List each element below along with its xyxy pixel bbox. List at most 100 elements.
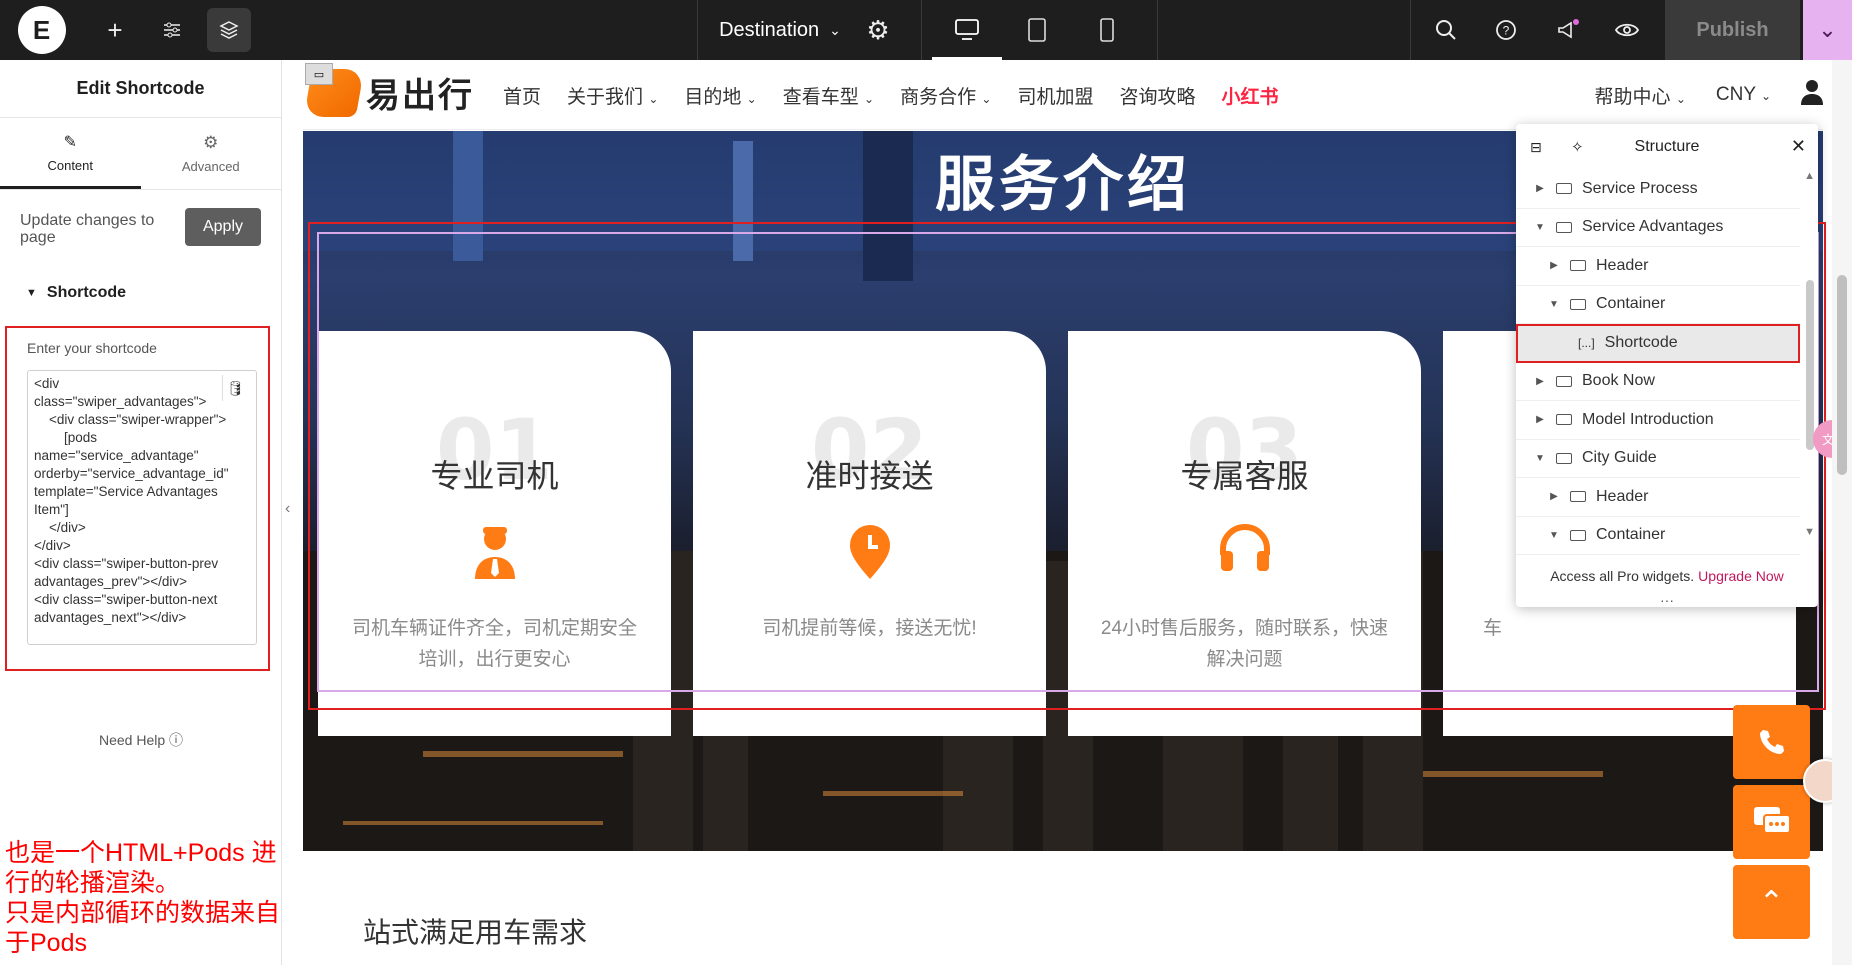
page-settings-gear-icon[interactable]: ⚙ [856,8,900,52]
add-element-icon[interactable]: + [93,8,137,52]
tree-item-label: Header [1596,256,1649,274]
tree-item[interactable]: ▶ Book Now [1516,363,1800,401]
chat-button[interactable] [1733,785,1810,859]
container-icon [1556,183,1572,195]
scroll-up-icon[interactable]: ▲ [1804,170,1815,182]
structure-layers-icon[interactable] [207,8,251,52]
shortcode-section-toggle[interactable]: ▼ Shortcode [26,284,126,302]
help-icon[interactable]: ? [1484,8,1528,52]
currency-label: CNY [1715,84,1756,105]
caret-right-icon: ▶ [1550,260,1558,272]
caret-down-icon: ▼ [1549,298,1559,310]
chevron-down-icon: ⌄ [648,91,659,106]
need-help-label: Need Help [98,732,166,748]
site-nav-right: 帮助中心 ⌄ CNY ⌄ [1595,60,1823,130]
back-to-top-button[interactable]: ⌃ [1733,865,1810,939]
publish-options-chevron-icon[interactable]: ⌄ [1803,0,1852,60]
container-icon [1570,529,1586,541]
nav-destination[interactable]: 目的地 ⌄ [684,82,756,109]
container-icon [1556,375,1572,387]
apply-button[interactable]: Apply [185,208,261,246]
container-icon [1556,414,1572,426]
publish-button[interactable]: Publish [1665,0,1800,60]
tree-item-label: Service Advantages [1582,218,1724,236]
tab-advanced-label: Advanced [181,159,240,174]
collapse-panel-chevron-icon[interactable]: ‹ [285,500,290,518]
close-icon[interactable]: ✕ [1791,136,1806,157]
collapse-all-icon[interactable]: ⊟ [1530,139,1542,156]
nav-help-label: 帮助中心 [1594,86,1671,108]
shortcode-bracket-icon: [...] [1578,336,1595,351]
nav-models[interactable]: 查看车型 ⌄ [783,82,874,109]
preview-eye-icon[interactable] [1605,8,1649,52]
tree-item[interactable]: ▶ Header [1516,247,1800,286]
tree-item-label: Shortcode [1604,334,1678,352]
mobile-view-icon[interactable] [1085,8,1129,52]
caret-down-icon: ▼ [1535,452,1545,464]
tree-item[interactable]: ▶ Model Introduction [1516,401,1800,440]
elementor-logo-icon: E [17,6,66,54]
tree-item[interactable]: ▼ City Guide [1516,440,1800,478]
nav-help-center[interactable]: 帮助中心 ⌄ [1595,82,1686,109]
tree-item[interactable]: ▶ Header [1516,478,1800,517]
caret-down-icon: ▼ [1535,221,1545,233]
nav-guides[interactable]: 咨询攻略 [1119,82,1195,109]
navigator-header: ⊟ ✧ Structure ✕ [1516,124,1818,170]
shortcode-textarea[interactable]: <div class="swiper_advantages"> <div cla… [27,370,257,645]
tab-content-label: Content [47,157,94,173]
section-handle-icon[interactable]: ▭ [305,63,333,85]
page-scroll-thumb[interactable] [1837,275,1847,475]
tree-item[interactable]: ▶ Service Process [1516,170,1800,209]
chat-bubbles-icon [1753,807,1791,834]
navigator-resize-dots[interactable]: ··· [1516,592,1818,608]
nav-home[interactable]: 首页 [503,82,541,109]
tree-item-label: Container [1596,295,1666,313]
phone-call-button[interactable] [1733,705,1810,779]
currency-selector[interactable]: CNY ⌄ [1716,84,1771,106]
navigator-title: Structure [1634,138,1700,155]
tree-item[interactable]: ▼ Container [1516,517,1800,555]
tree-item[interactable]: ▼ Service Advantages [1516,209,1800,247]
site-settings-icon[interactable] [150,8,194,52]
page-scrollbar[interactable] [1832,60,1852,965]
nav-business[interactable]: 商务合作 ⌄ [900,82,991,109]
structure-navigator: ⊟ ✧ Structure ✕ ▶ Service Process ▼ Servic… [1516,124,1818,608]
need-help-link[interactable]: Need Help ⓘ [0,730,282,750]
search-icon[interactable] [1424,8,1468,52]
pro-upsell: Access all Pro widgets. Upgrade Now [1516,561,1818,591]
tree-item-selected[interactable]: [...] Shortcode [1516,324,1800,363]
nav-xiaohongshu[interactable]: 小红书 [1221,82,1278,109]
nav-about[interactable]: 关于我们 ⌄ [567,82,658,109]
destination-label: Destination [719,18,820,41]
nav-about-label: 关于我们 [567,86,644,108]
desktop-view-icon[interactable] [932,8,1002,60]
dynamic-tags-database-icon[interactable]: 🛢 [222,375,248,401]
update-changes-row: Update changes to page Apply [20,208,265,260]
tablet-view-icon[interactable] [1015,8,1059,52]
panel-title: Edit Shortcode [0,60,281,118]
scroll-down-icon[interactable]: ▼ [1804,526,1815,538]
tab-content[interactable]: ✎ Content [0,118,141,189]
section-title: Shortcode [46,284,127,301]
navigator-scroll-thumb[interactable] [1806,280,1814,450]
shortcode-field-label: Enter your shortcode [27,340,157,356]
navigator-tree: ▶ Service Process ▼ Service Advantages ▶ He… [1516,170,1800,555]
elementor-logo-button[interactable]: E [9,5,74,55]
container-icon [1570,260,1586,272]
nav-driver-join[interactable]: 司机加盟 [1017,82,1093,109]
page-destination-dropdown[interactable]: Destination ⌄ [700,0,860,60]
navigator-scrollbar[interactable]: ▲ ▼ [1800,170,1818,560]
notifications-megaphone-icon[interactable] [1546,8,1590,52]
phone-icon [1759,730,1784,754]
caret-right-icon: ▶ [1536,183,1544,195]
indicators-sparkle-icon[interactable]: ✧ [1571,138,1584,156]
tree-item[interactable]: ▼ Container [1516,286,1800,324]
edit-widget-panel: Edit Shortcode ✎ Content ⚙ Advanced Upda… [0,60,282,965]
caret-right-icon: ▶ [1536,414,1544,426]
upgrade-now-link[interactable]: Upgrade Now [1698,568,1784,584]
tab-advanced[interactable]: ⚙ Advanced [141,118,282,189]
chevron-up-icon: ⌃ [1758,885,1785,919]
container-icon [1556,452,1572,464]
panel-tabs: ✎ Content ⚙ Advanced [0,118,281,190]
user-account-icon[interactable] [1801,79,1823,111]
